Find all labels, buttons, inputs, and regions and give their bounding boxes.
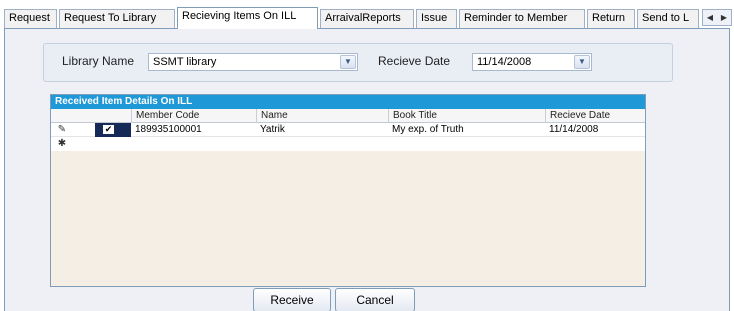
- grid-caption: Received Item Details On ILL: [51, 95, 645, 109]
- cell-book-title: My exp. of Truth: [392, 124, 464, 135]
- receive-button[interactable]: Receive: [253, 288, 331, 311]
- tab-request[interactable]: Request: [4, 9, 57, 28]
- library-name-value: SSMT library: [153, 56, 217, 68]
- chevron-left-icon[interactable]: ◀: [703, 10, 717, 25]
- tab-scroll-buttons: ◀ ▶: [702, 9, 732, 26]
- tab-page-recieving-items: Library Name SSMT library ▼ Recieve Date…: [4, 28, 730, 311]
- chevron-right-icon[interactable]: ▶: [717, 10, 731, 25]
- column-header-recieve-date[interactable]: Recieve Date: [545, 109, 645, 123]
- cell-member-code: 189935100001: [135, 124, 202, 135]
- grid-header: Member Code Name Book Title Recieve Date: [51, 109, 645, 123]
- cell-recieve-date: 11/14/2008: [549, 124, 599, 135]
- received-items-grid: Received Item Details On ILL Member Code…: [50, 94, 646, 287]
- tab-strip: Request Request To Library Recieving Ite…: [4, 7, 734, 29]
- cell-name: Yatrik: [260, 124, 285, 135]
- tab-issue[interactable]: Issue: [416, 9, 457, 28]
- calendar-dropdown-icon[interactable]: ▼: [574, 55, 590, 69]
- recieve-date-picker[interactable]: 11/14/2008 ▼: [472, 53, 592, 71]
- column-header-book-title[interactable]: Book Title: [388, 109, 545, 123]
- library-name-select[interactable]: SSMT library ▼: [148, 53, 358, 71]
- recieve-date-value: 11/14/2008: [477, 56, 532, 68]
- tab-arraival-reports[interactable]: ArraivalReports: [320, 9, 414, 28]
- tab-reminder-to-member[interactable]: Reminder to Member: [459, 9, 585, 28]
- pencil-icon: ✎: [57, 124, 67, 135]
- tab-request-to-library[interactable]: Request To Library: [59, 9, 175, 28]
- new-row[interactable]: ✱: [51, 137, 645, 151]
- library-name-label: Library Name: [62, 54, 135, 68]
- chevron-down-icon[interactable]: ▼: [340, 55, 356, 69]
- column-header-name[interactable]: Name: [256, 109, 388, 123]
- cancel-button[interactable]: Cancel: [335, 288, 415, 311]
- filter-group: Library Name SSMT library ▼ Recieve Date…: [43, 43, 673, 82]
- asterisk-icon: ✱: [57, 138, 67, 149]
- recieve-date-label: Recieve Date: [378, 54, 451, 68]
- tab-return[interactable]: Return: [587, 9, 635, 28]
- row-checkbox[interactable]: ✔: [102, 124, 115, 135]
- table-row[interactable]: ✎ ✔ 189935100001 Yatrik My exp. of Truth…: [51, 123, 645, 137]
- tab-send-to-library[interactable]: Send to L: [637, 9, 699, 28]
- column-header-member-code[interactable]: Member Code: [131, 109, 256, 123]
- tab-recieving-items-on-ill[interactable]: Recieving Items On ILL: [177, 7, 318, 29]
